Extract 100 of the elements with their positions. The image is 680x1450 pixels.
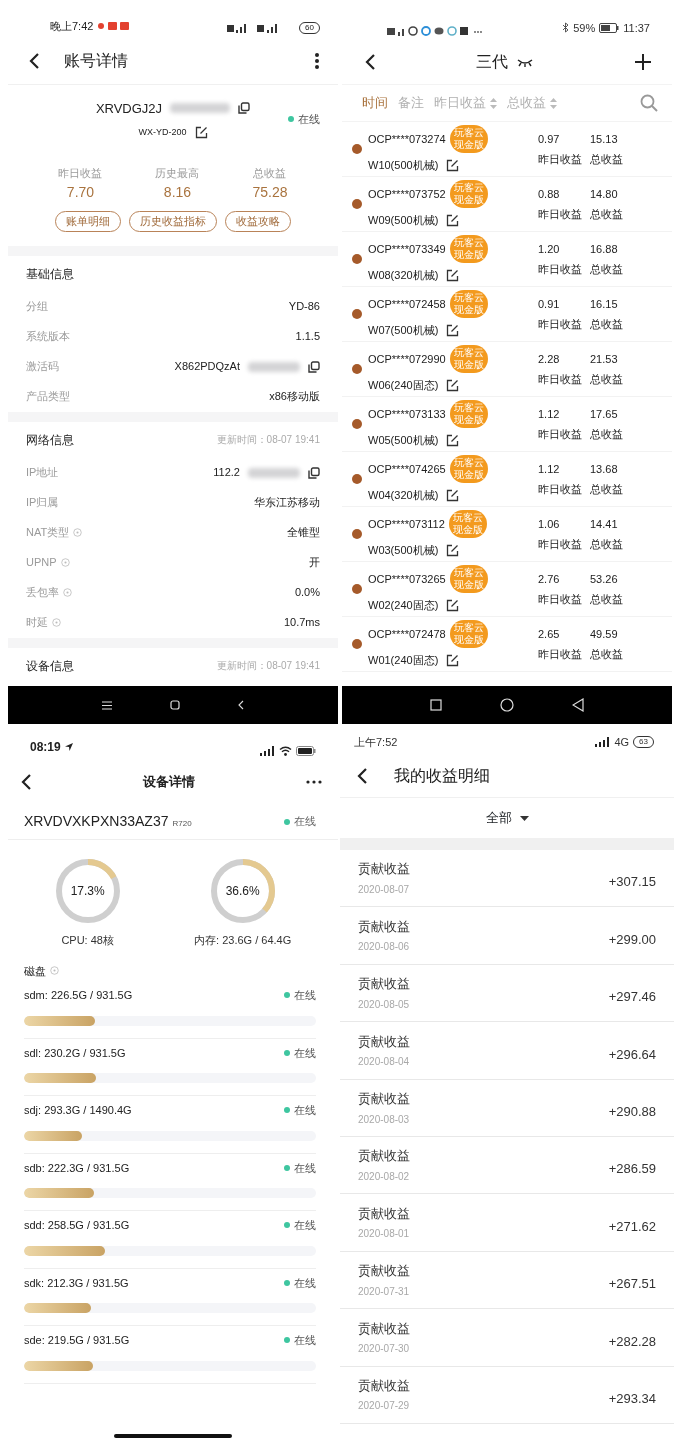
- section-title: 网络信息: [26, 431, 74, 449]
- recent-apps-icon[interactable]: [430, 699, 442, 711]
- type-badge: 玩客云 现金版: [449, 399, 488, 428]
- edit-icon[interactable]: [446, 598, 460, 612]
- stat-value: 75.28: [252, 182, 288, 202]
- battery-percent: 59%: [573, 20, 596, 36]
- total-label: 总收益: [590, 152, 624, 167]
- edit-icon[interactable]: [446, 653, 460, 667]
- entry-title: 贡献收益: [358, 917, 410, 936]
- action-button[interactable]: 收益攻略: [225, 210, 291, 232]
- yesterday-value: 1.12: [538, 461, 561, 477]
- status-text: 在线: [294, 988, 316, 1003]
- status-dot: [284, 818, 290, 825]
- status-dot: [352, 529, 362, 539]
- total-value: 15.13: [590, 131, 619, 147]
- home-icon[interactable]: [170, 700, 180, 710]
- entry-date: 2020-08-01: [358, 1227, 410, 1242]
- back-icon[interactable]: [28, 52, 40, 70]
- more-options-icon[interactable]: [314, 52, 320, 70]
- status-text: 在线: [294, 1333, 316, 1348]
- field-value: X862PDQzAt: [174, 359, 240, 375]
- entry-amount: +267.51: [608, 1275, 656, 1294]
- back-icon[interactable]: [356, 766, 368, 785]
- total-label: 总收益: [590, 537, 624, 552]
- sort-tab[interactable]: 时间: [362, 93, 388, 113]
- node-id: OCP****073133: [368, 406, 446, 422]
- yesterday-value: 0.97: [538, 131, 561, 147]
- edit-icon[interactable]: [446, 323, 460, 337]
- total-label: 总收益: [590, 427, 624, 442]
- total-label: 总收益: [590, 647, 624, 662]
- edit-icon[interactable]: [446, 268, 460, 282]
- edit-icon[interactable]: [446, 433, 460, 447]
- action-button[interactable]: 历史收益指标: [129, 210, 217, 232]
- field-value: 华东江苏移动: [254, 495, 320, 511]
- field-label: 丢包率: [26, 585, 59, 601]
- usage-percent: 17.3%: [70, 883, 105, 900]
- filter-dropdown[interactable]: 全部: [485, 808, 529, 828]
- search-icon[interactable]: [640, 94, 658, 112]
- yesterday-value: 2.76: [538, 571, 561, 587]
- yesterday-value: 2.28: [538, 351, 561, 367]
- node-remark: W06(240固态): [368, 377, 439, 393]
- page-title: 设备详情: [142, 773, 196, 792]
- more-options-icon[interactable]: [306, 780, 322, 784]
- entry-date: 2020-08-04: [358, 1055, 410, 1070]
- node-remark: W08(320机械): [368, 267, 439, 283]
- action-button[interactable]: 账单明细: [55, 210, 121, 232]
- type-badge: 玩客云 现金版: [449, 344, 488, 373]
- status-text: 在线: [294, 814, 316, 830]
- field-value: YD-86: [288, 299, 320, 315]
- status-text: 在线: [294, 1218, 316, 1233]
- edit-icon[interactable]: [446, 213, 460, 227]
- total-value: 49.59: [590, 626, 619, 642]
- status-dot: [352, 584, 362, 594]
- edit-icon[interactable]: [446, 158, 460, 172]
- entry-amount: +282.28: [608, 1332, 656, 1351]
- entry-amount: +290.88: [608, 1103, 656, 1121]
- entry-amount: +286.59: [608, 1160, 656, 1179]
- node-remark: W09(500机械): [368, 212, 439, 228]
- page-title: 我的收益明细: [394, 765, 490, 786]
- edit-icon[interactable]: [446, 543, 460, 557]
- total-label: 总收益: [590, 317, 624, 332]
- yesterday-value: 1.06: [538, 516, 561, 532]
- add-icon[interactable]: [634, 53, 652, 71]
- closed-eye-icon[interactable]: [516, 57, 534, 67]
- yesterday-label: 昨日收益: [538, 262, 583, 277]
- menu-icon[interactable]: [102, 700, 112, 710]
- field-value: 1.1.5: [295, 329, 320, 345]
- field-value: 112.2: [213, 465, 240, 481]
- help-icon: [50, 966, 59, 976]
- copy-icon[interactable]: [308, 360, 320, 373]
- usage-ring: [54, 858, 121, 924]
- total-value: 16.15: [590, 296, 619, 312]
- yesterday-label: 昨日收益: [538, 592, 583, 607]
- status-dot: [284, 1049, 290, 1056]
- status-dot: [284, 1337, 290, 1344]
- edit-icon[interactable]: [194, 126, 208, 140]
- bluetooth-icon: [562, 22, 570, 34]
- status-dot: [352, 419, 362, 429]
- device-remark: WX-YD-200: [138, 126, 187, 139]
- entry-date: 2020-08-03: [358, 1112, 410, 1127]
- back-icon[interactable]: [364, 53, 376, 71]
- back-icon[interactable]: [20, 773, 32, 791]
- edit-icon[interactable]: [446, 378, 460, 392]
- field-label: IP地址: [26, 465, 59, 481]
- home-icon[interactable]: [500, 698, 514, 712]
- edit-icon[interactable]: [446, 488, 460, 502]
- total-label: 总收益: [590, 592, 624, 607]
- field-value: 开: [309, 555, 320, 571]
- total-value: 14.41: [590, 516, 619, 532]
- copy-icon[interactable]: [238, 102, 251, 115]
- yesterday-label: 昨日收益: [538, 427, 583, 442]
- entry-date: 2020-07-31: [358, 1284, 410, 1299]
- entry-title: 贡献收益: [358, 1090, 410, 1108]
- node-id: OCP****073752: [368, 186, 446, 202]
- node-id: OCP****072478: [368, 626, 446, 642]
- total-value: 14.80: [590, 186, 619, 202]
- copy-icon[interactable]: [308, 466, 320, 479]
- total-label: 总收益: [590, 482, 624, 497]
- section-title: 基础信息: [26, 265, 74, 283]
- caret-icon: [519, 815, 529, 821]
